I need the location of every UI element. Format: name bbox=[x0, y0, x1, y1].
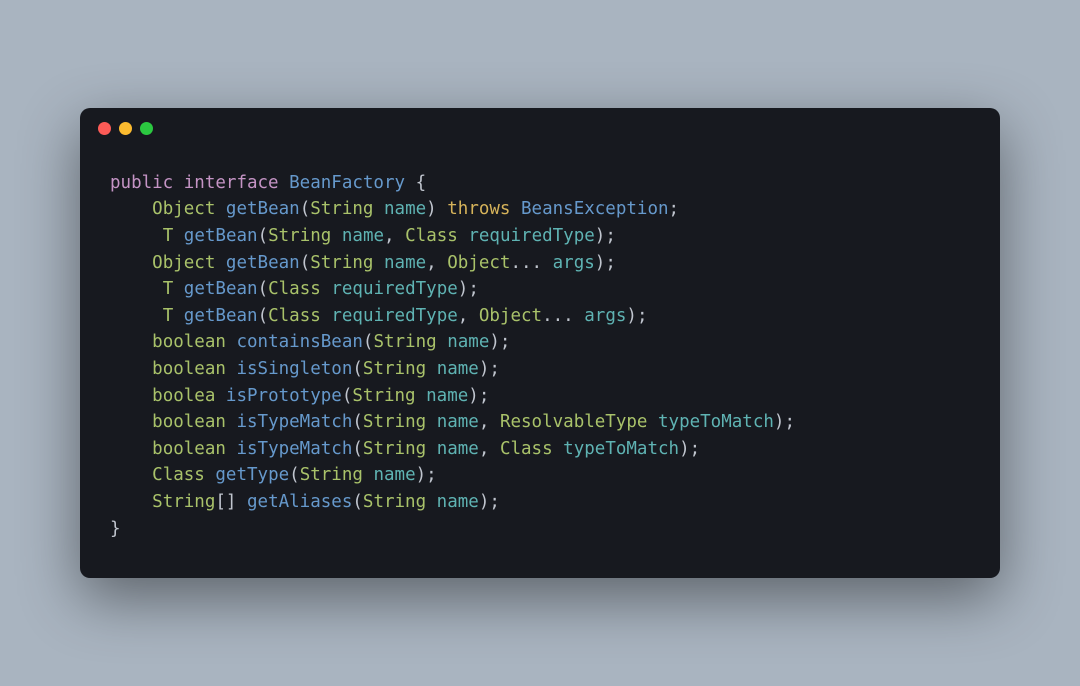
method-name: getBean bbox=[226, 199, 300, 219]
window-titlebar bbox=[80, 108, 1000, 150]
zoom-icon[interactable] bbox=[140, 122, 153, 135]
close-icon[interactable] bbox=[98, 122, 111, 135]
return-type: Object bbox=[152, 199, 215, 219]
keyword-public: public bbox=[110, 173, 173, 193]
exception-name: BeansException bbox=[521, 199, 669, 219]
code-window: public interface BeanFactory { Object ge… bbox=[80, 108, 1000, 578]
minimize-icon[interactable] bbox=[119, 122, 132, 135]
code-block: public interface BeanFactory { Object ge… bbox=[80, 150, 1000, 578]
class-name: BeanFactory bbox=[289, 173, 405, 193]
keyword-interface: interface bbox=[184, 173, 279, 193]
keyword-throws: throws bbox=[447, 199, 510, 219]
